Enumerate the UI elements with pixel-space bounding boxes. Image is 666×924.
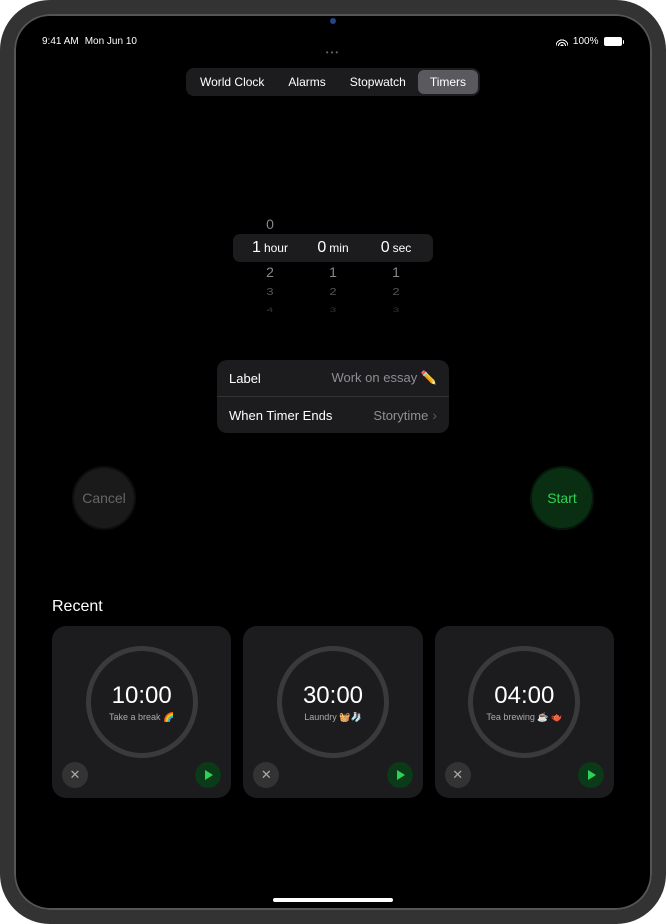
status-date: Mon Jun 10 bbox=[85, 36, 137, 47]
close-icon: ✕ bbox=[452, 767, 463, 783]
timer-dial: 10:00 Take a break 🌈 bbox=[86, 646, 198, 758]
timer-label: Laundry 🧺🧦 bbox=[298, 712, 367, 723]
delete-timer-button[interactable]: ✕ bbox=[62, 762, 88, 788]
wifi-icon bbox=[556, 37, 568, 46]
label-row[interactable]: Label Work on essay ✏️ bbox=[217, 360, 449, 396]
camera-dot bbox=[330, 18, 336, 24]
when-ends-key: When Timer Ends bbox=[229, 408, 332, 423]
start-button[interactable]: Start bbox=[530, 466, 594, 530]
chevron-right-icon: › bbox=[432, 407, 437, 423]
start-timer-button[interactable] bbox=[387, 762, 413, 788]
timer-time: 30:00 bbox=[303, 682, 363, 710]
status-time: 9:41 AM bbox=[42, 36, 79, 47]
mode-tabs: World Clock Alarms Stopwatch Timers bbox=[186, 68, 480, 96]
recent-timers: 10:00 Take a break 🌈 ✕ 30:00 Laundry 🧺🧦 … bbox=[52, 626, 614, 798]
status-bar: 9:41 AM Mon Jun 10 100% bbox=[14, 36, 652, 47]
picker-hour-above[interactable]: 0 bbox=[241, 216, 299, 232]
timer-label: Tea brewing ☕️ 🫖 bbox=[480, 712, 568, 723]
timer-settings: Label Work on essay ✏️ When Timer Ends S… bbox=[217, 360, 449, 433]
close-icon: ✕ bbox=[261, 767, 272, 783]
recent-timer-card[interactable]: 04:00 Tea brewing ☕️ 🫖 ✕ bbox=[435, 626, 614, 798]
tab-timers[interactable]: Timers bbox=[418, 70, 478, 94]
when-ends-value: Storytime bbox=[373, 408, 428, 423]
start-timer-button[interactable] bbox=[195, 762, 221, 788]
picker-sec[interactable]: 0 bbox=[381, 239, 390, 256]
recent-timer-card[interactable]: 30:00 Laundry 🧺🧦 ✕ bbox=[243, 626, 422, 798]
home-indicator[interactable] bbox=[273, 898, 393, 902]
close-icon: ✕ bbox=[70, 767, 81, 783]
cancel-button[interactable]: Cancel bbox=[72, 466, 136, 530]
label-key: Label bbox=[229, 371, 261, 386]
recent-heading: Recent bbox=[52, 598, 103, 616]
ipad-frame: 9:41 AM Mon Jun 10 100% ••• World Clock … bbox=[0, 0, 666, 924]
delete-timer-button[interactable]: ✕ bbox=[445, 762, 471, 788]
tab-stopwatch[interactable]: Stopwatch bbox=[338, 70, 418, 94]
label-value: Work on essay ✏️ bbox=[331, 370, 437, 386]
recent-timer-card[interactable]: 10:00 Take a break 🌈 ✕ bbox=[52, 626, 231, 798]
play-icon bbox=[588, 770, 596, 780]
play-icon bbox=[205, 770, 213, 780]
start-timer-button[interactable] bbox=[578, 762, 604, 788]
timer-dial: 30:00 Laundry 🧺🧦 bbox=[277, 646, 389, 758]
timer-dial: 04:00 Tea brewing ☕️ 🫖 bbox=[468, 646, 580, 758]
picker-min[interactable]: 0 bbox=[317, 239, 326, 256]
tab-world-clock[interactable]: World Clock bbox=[188, 70, 276, 94]
multitasking-dots[interactable]: ••• bbox=[326, 48, 340, 57]
battery-percent: 100% bbox=[573, 36, 599, 47]
picker-hour[interactable]: 1 bbox=[252, 239, 261, 256]
tab-alarms[interactable]: Alarms bbox=[276, 70, 337, 94]
battery-icon bbox=[604, 37, 625, 46]
picker-selected-row[interactable]: 1hour 0min 0sec bbox=[233, 234, 433, 262]
delete-timer-button[interactable]: ✕ bbox=[253, 762, 279, 788]
timer-time: 04:00 bbox=[494, 682, 554, 710]
duration-picker[interactable]: 0 1hour 0min 0sec 2 1 1 3 2 2 4 3 3 bbox=[233, 214, 433, 319]
timer-time: 10:00 bbox=[112, 682, 172, 710]
play-icon bbox=[397, 770, 405, 780]
timer-label: Take a break 🌈 bbox=[103, 712, 180, 723]
when-ends-row[interactable]: When Timer Ends Storytime › bbox=[217, 396, 449, 433]
